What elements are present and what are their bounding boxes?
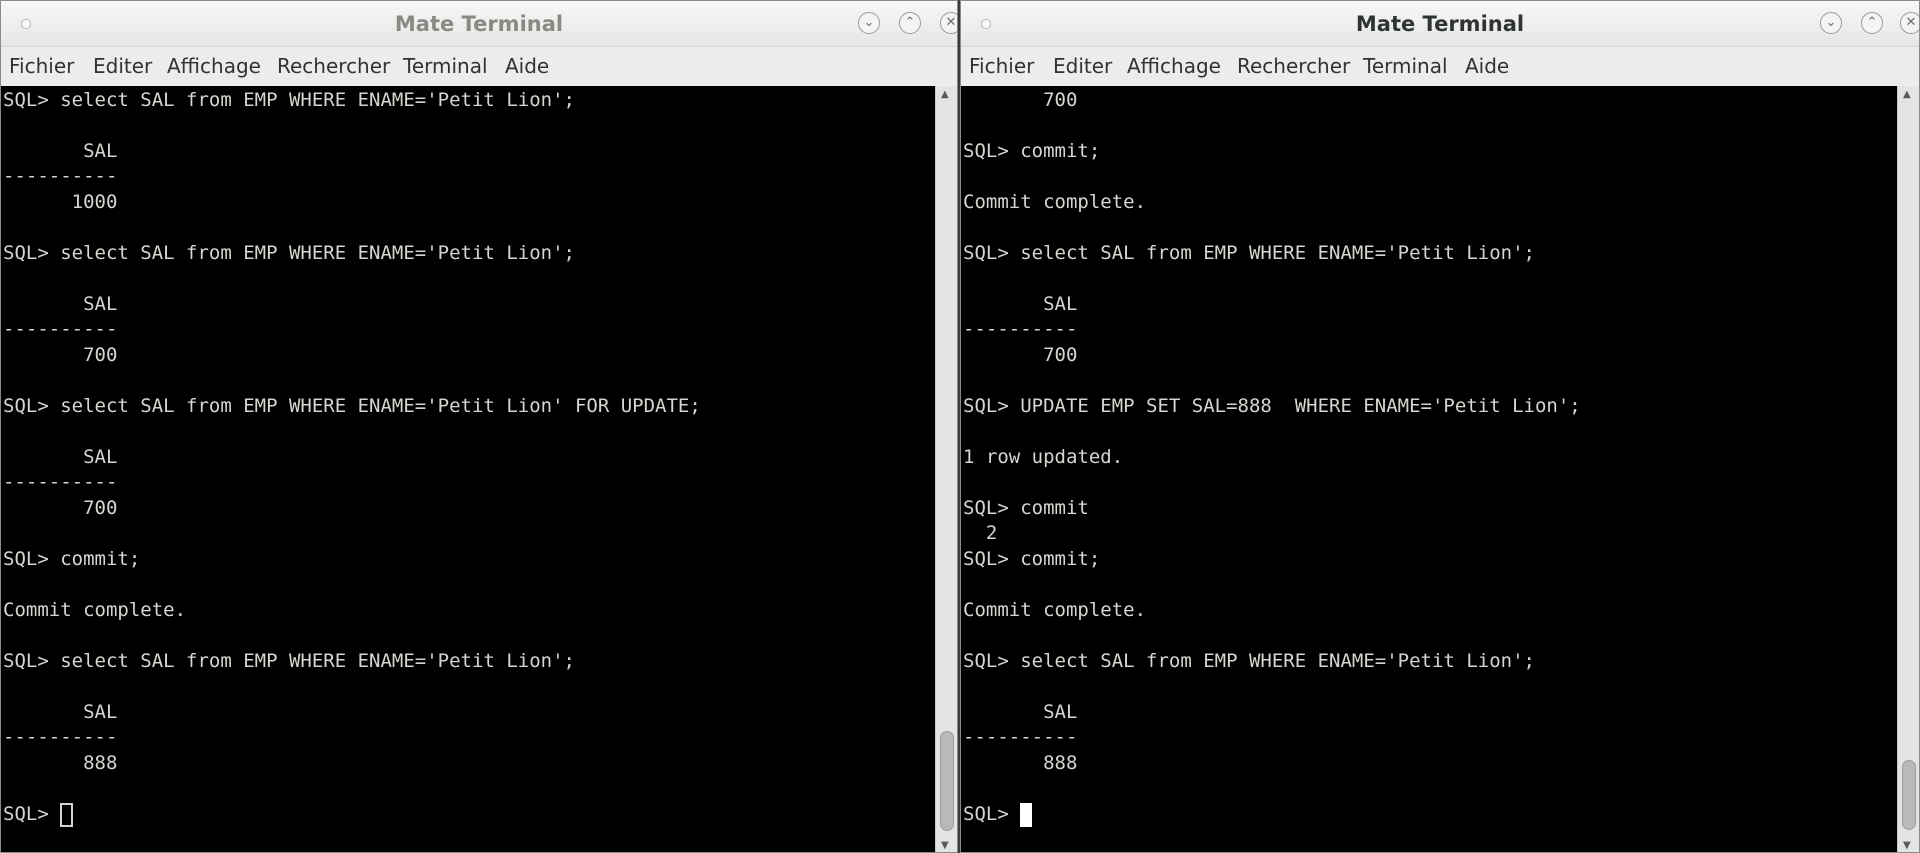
chevron-down-icon: ⌄ <box>863 15 875 30</box>
menu-bar: Fichier Editer Affichage Rechercher Term… <box>1 47 957 85</box>
terminal-window-right[interactable]: Mate Terminal ⌄ ⌃ ✕ Fichier Editer Affic… <box>960 0 1920 853</box>
minimize-button[interactable]: ⌄ <box>858 12 880 34</box>
menu-aide[interactable]: Aide <box>1465 54 1509 78</box>
terminal-line: SQL> select SAL from EMP WHERE ENAME='Pe… <box>963 242 1535 264</box>
text-cursor <box>1020 803 1033 827</box>
menu-aide[interactable]: Aide <box>505 54 549 78</box>
close-icon: ✕ <box>1905 15 1917 30</box>
terminal-line: SQL> select SAL from EMP WHERE ENAME='Pe… <box>963 650 1535 672</box>
window-title: Mate Terminal <box>1355 12 1525 36</box>
terminal-line: SAL <box>3 293 118 315</box>
close-button[interactable]: ✕ <box>1900 12 1919 34</box>
terminal-window-left[interactable]: Mate Terminal ⌄ ⌃ ✕ Fichier Editer Affic… <box>0 0 958 853</box>
terminal-output[interactable]: 700 SQL> commit; Commit complete. SQL> s… <box>961 86 1901 852</box>
scroll-down-icon[interactable]: ▼ <box>941 840 949 851</box>
menu-editer[interactable]: Editer <box>1053 54 1112 78</box>
terminal-line: 700 <box>3 344 118 366</box>
terminal-prompt-line[interactable]: SQL> <box>3 802 74 827</box>
menu-affichage[interactable]: Affichage <box>1127 54 1221 78</box>
terminal-line: Commit complete. <box>963 191 1147 213</box>
terminal-line: 1000 <box>3 191 118 213</box>
terminal-line: SQL> select SAL from EMP WHERE ENAME='Pe… <box>3 242 575 264</box>
maximize-button[interactable]: ⌃ <box>1861 12 1883 34</box>
terminal-line: 700 <box>3 497 118 519</box>
terminal-line: ---------- <box>3 726 118 748</box>
terminal-line: SQL> commit; <box>3 548 141 570</box>
minimize-button[interactable]: ⌄ <box>1820 12 1842 34</box>
prompt-text: SQL> <box>3 803 61 825</box>
scroll-up-icon[interactable]: ▲ <box>941 89 949 100</box>
terminal-line: ---------- <box>3 318 118 340</box>
terminal-line: Commit complete. <box>963 599 1147 621</box>
terminal-line: ---------- <box>3 165 118 187</box>
scroll-down-icon[interactable]: ▼ <box>1903 840 1911 851</box>
terminal-line: ---------- <box>963 726 1078 748</box>
menu-fichier[interactable]: Fichier <box>9 54 74 78</box>
scroll-up-icon[interactable]: ▲ <box>1903 89 1911 100</box>
title-bar[interactable]: Mate Terminal ⌄ ⌃ ✕ <box>961 1 1919 47</box>
terminal-line: 700 <box>963 344 1078 366</box>
terminal-line: SQL> commit <box>963 497 1089 519</box>
terminal-line: SQL> commit; <box>963 548 1101 570</box>
menu-terminal[interactable]: Terminal <box>403 54 488 78</box>
terminal-line: 700 <box>963 89 1078 111</box>
chevron-down-icon: ⌄ <box>1825 15 1837 30</box>
menu-editer[interactable]: Editer <box>93 54 152 78</box>
close-icon: ✕ <box>945 15 957 30</box>
terminal-line: SAL <box>963 701 1078 723</box>
terminal-line: ---------- <box>963 318 1078 340</box>
menu-rechercher[interactable]: Rechercher <box>277 54 390 78</box>
terminal-prompt-line[interactable]: SQL> <box>963 802 1033 827</box>
menu-terminal[interactable]: Terminal <box>1363 54 1448 78</box>
terminal-line: 888 <box>963 752 1078 774</box>
menu-fichier[interactable]: Fichier <box>969 54 1034 78</box>
scrollbar-thumb[interactable] <box>940 731 954 831</box>
terminal-line: 2 <box>963 522 998 544</box>
terminal-line: 888 <box>3 752 118 774</box>
chevron-up-icon: ⌃ <box>1866 15 1878 30</box>
maximize-button[interactable]: ⌃ <box>899 12 921 34</box>
terminal-line: Commit complete. <box>3 599 187 621</box>
terminal-output[interactable]: SQL> select SAL from EMP WHERE ENAME='Pe… <box>1 86 937 852</box>
menu-bar: Fichier Editer Affichage Rechercher Term… <box>961 47 1919 85</box>
scrollbar[interactable]: ▲ ▼ <box>935 86 957 852</box>
close-button[interactable]: ✕ <box>940 12 957 34</box>
terminal-line: 1 row updated. <box>963 446 1124 468</box>
chevron-up-icon: ⌃ <box>904 15 916 30</box>
terminal-line: SAL <box>3 446 118 468</box>
terminal-line: ---------- <box>3 471 118 493</box>
prompt-text: SQL> <box>963 803 1021 825</box>
terminal-line: SQL> select SAL from EMP WHERE ENAME='Pe… <box>3 650 575 672</box>
menu-affichage[interactable]: Affichage <box>167 54 261 78</box>
menu-rechercher[interactable]: Rechercher <box>1237 54 1350 78</box>
terminal-line: SQL> commit; <box>963 140 1101 162</box>
terminal-line: SQL> UPDATE EMP SET SAL=888 WHERE ENAME=… <box>963 395 1581 417</box>
title-bar[interactable]: Mate Terminal ⌄ ⌃ ✕ <box>1 1 957 47</box>
scrollbar-thumb[interactable] <box>1902 760 1916 830</box>
scrollbar[interactable]: ▲ ▼ <box>1897 86 1919 852</box>
terminal-line: SQL> select SAL from EMP WHERE ENAME='Pe… <box>3 395 701 417</box>
terminal-line: SAL <box>3 701 118 723</box>
terminal-line: SAL <box>963 293 1078 315</box>
window-title: Mate Terminal <box>394 12 564 36</box>
terminal-line: SQL> select SAL from EMP WHERE ENAME='Pe… <box>3 89 575 111</box>
text-cursor <box>60 803 74 827</box>
terminal-line: SAL <box>3 140 118 162</box>
